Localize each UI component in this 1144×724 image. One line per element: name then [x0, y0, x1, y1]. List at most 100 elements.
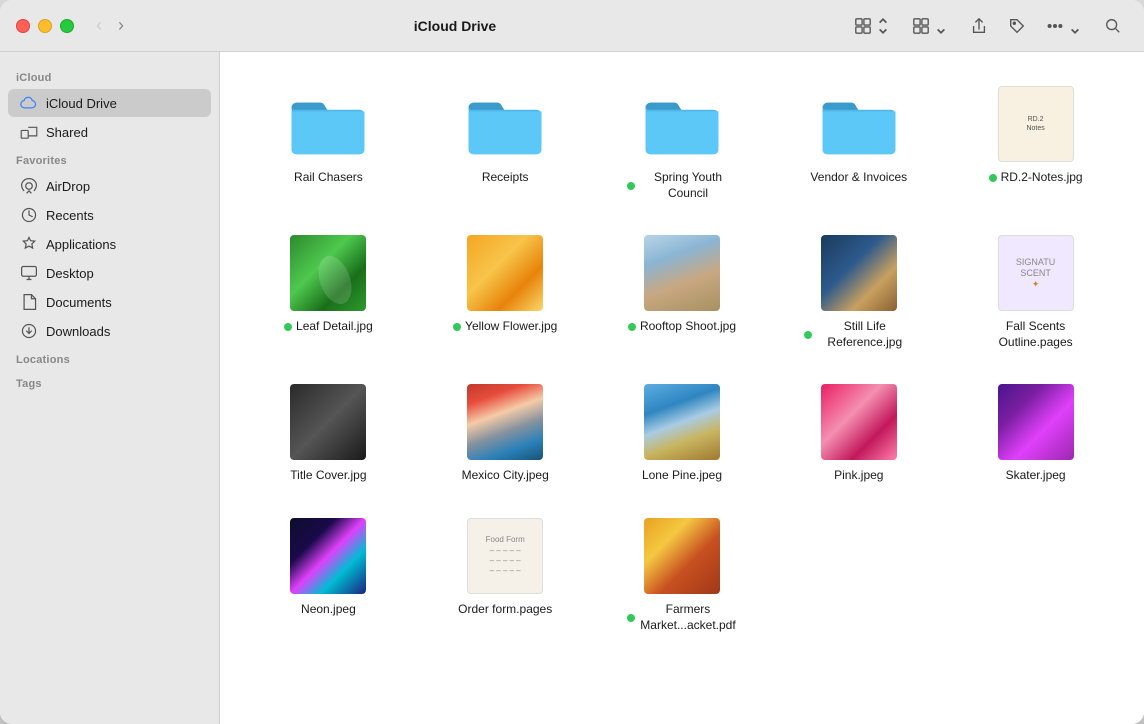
sync-dot — [284, 323, 292, 331]
sync-dot — [989, 174, 997, 182]
file-name: Yellow Flower.jpg — [453, 319, 557, 335]
thumbnail — [290, 518, 366, 594]
folder-thumb — [288, 84, 368, 164]
thumbnail — [644, 518, 720, 594]
list-item[interactable]: Yellow Flower.jpg — [421, 225, 590, 358]
file-name: Leaf Detail.jpg — [284, 319, 373, 335]
shared-icon — [20, 123, 38, 141]
close-button[interactable] — [16, 19, 30, 33]
list-item[interactable]: Pink.jpeg — [774, 374, 943, 492]
search-icon — [1104, 17, 1122, 35]
file-name: Farmers Market...acket.pdf — [627, 602, 737, 633]
sidebar-desktop-label: Desktop — [46, 266, 94, 281]
more-chevron-icon — [1066, 17, 1084, 35]
thumbnail — [821, 384, 897, 460]
sidebar-item-downloads[interactable]: Downloads — [8, 317, 211, 345]
sidebar-airdrop-label: AirDrop — [46, 179, 90, 194]
sidebar-item-icloud-drive[interactable]: iCloud Drive — [8, 89, 211, 117]
thumbnail — [998, 384, 1074, 460]
thumbnail — [644, 235, 720, 311]
finder-window: ‹ › iCloud Drive — [0, 0, 1144, 724]
list-item[interactable]: RD.2Notes RD.2-Notes.jpg — [951, 76, 1120, 209]
list-item[interactable]: Lone Pine.jpeg — [598, 374, 767, 492]
file-name: Still Life Reference.jpg — [804, 319, 914, 350]
sync-dot — [804, 331, 812, 339]
file-name: Order form.pages — [458, 602, 552, 618]
list-item[interactable]: Receipts — [421, 76, 590, 209]
sidebar-documents-label: Documents — [46, 295, 112, 310]
sort-chevron-icon — [932, 17, 950, 35]
list-item[interactable]: Spring Youth Council — [598, 76, 767, 209]
file-name: Rooftop Shoot.jpg — [628, 319, 736, 335]
sidebar-applications-label: Applications — [46, 237, 116, 252]
image-thumb — [996, 382, 1076, 462]
list-item[interactable]: Neon.jpeg — [244, 508, 413, 641]
image-thumb — [642, 382, 722, 462]
pages-thumb: SIGNATUSCENT✦ — [996, 233, 1076, 313]
image-thumb — [465, 382, 545, 462]
image-thumb — [642, 233, 722, 313]
cloud-icon — [20, 94, 38, 112]
file-name: Vendor & Invoices — [810, 170, 907, 186]
file-name: RD.2-Notes.jpg — [989, 170, 1083, 186]
sidebar-recents-label: Recents — [46, 208, 94, 223]
sidebar-item-recents[interactable]: Recents — [8, 201, 211, 229]
sort-button[interactable] — [906, 13, 956, 39]
sidebar-icloud-drive-label: iCloud Drive — [46, 96, 117, 111]
sidebar-item-documents[interactable]: Documents — [8, 288, 211, 316]
sidebar-item-desktop[interactable]: Desktop — [8, 259, 211, 287]
thumbnail — [467, 384, 543, 460]
file-name: Title Cover.jpg — [290, 468, 366, 484]
recents-icon — [20, 206, 38, 224]
desktop-icon — [20, 264, 38, 282]
image-thumb — [819, 233, 899, 313]
downloads-icon — [20, 322, 38, 340]
file-name: Pink.jpeg — [834, 468, 883, 484]
thumbnail — [644, 384, 720, 460]
list-item[interactable]: Title Cover.jpg — [244, 374, 413, 492]
folder-thumb — [642, 84, 722, 164]
list-item[interactable]: Rooftop Shoot.jpg — [598, 225, 767, 358]
list-item[interactable]: SIGNATUSCENT✦ Fall Scents Outline.pages — [951, 225, 1120, 358]
list-item[interactable]: Vendor & Invoices — [774, 76, 943, 209]
list-item[interactable]: Skater.jpeg — [951, 374, 1120, 492]
list-item[interactable]: Farmers Market...acket.pdf — [598, 508, 767, 641]
thumbnail: Food Form– – – – –– – – – –– – – – – — [467, 518, 543, 594]
pdf-thumb — [642, 516, 722, 596]
thumbnail: RD.2Notes — [998, 86, 1074, 162]
image-thumb — [465, 233, 545, 313]
sidebar-item-applications[interactable]: Applications — [8, 230, 211, 258]
minimize-button[interactable] — [38, 19, 52, 33]
share-button[interactable] — [964, 13, 994, 39]
tag-button[interactable] — [1002, 13, 1032, 39]
sort-icon — [912, 17, 930, 35]
list-item[interactable]: Mexico City.jpeg — [421, 374, 590, 492]
file-name: Spring Youth Council — [627, 170, 737, 201]
sidebar-item-shared[interactable]: Shared — [8, 118, 211, 146]
file-name: Rail Chasers — [294, 170, 363, 186]
thumbnail — [467, 235, 543, 311]
thumbnail — [821, 235, 897, 311]
sidebar-shared-label: Shared — [46, 125, 88, 140]
sync-dot — [627, 614, 635, 622]
sidebar-item-airdrop[interactable]: AirDrop — [8, 172, 211, 200]
list-item[interactable]: Rail Chasers — [244, 76, 413, 209]
grid-icon — [854, 17, 872, 35]
window-title: iCloud Drive — [62, 18, 848, 34]
image-thumb — [288, 233, 368, 313]
search-button[interactable] — [1098, 13, 1128, 39]
folder-icon — [288, 89, 368, 159]
more-icon — [1046, 17, 1064, 35]
more-button[interactable] — [1040, 13, 1090, 39]
folder-thumb — [465, 84, 545, 164]
list-item[interactable]: Still Life Reference.jpg — [774, 225, 943, 358]
list-item[interactable]: Leaf Detail.jpg — [244, 225, 413, 358]
list-item[interactable]: Food Form– – – – –– – – – –– – – – – Ord… — [421, 508, 590, 641]
files-grid: Rail Chasers Receipts — [244, 76, 1120, 641]
sync-dot — [453, 323, 461, 331]
content-area: iCloud iCloud Drive Shared — [0, 52, 1144, 724]
grid-view-button[interactable] — [848, 13, 898, 39]
file-name: Lone Pine.jpeg — [642, 468, 722, 484]
share-icon — [970, 17, 988, 35]
sidebar-tags-label: Tags — [0, 370, 219, 394]
